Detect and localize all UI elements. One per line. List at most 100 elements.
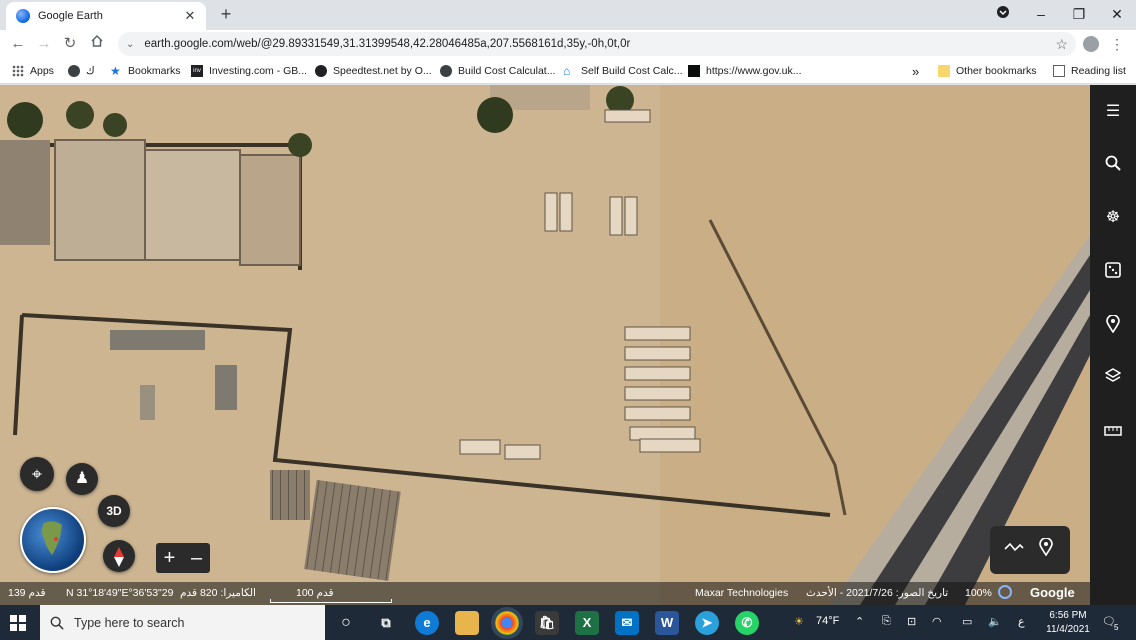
camera-altitude: الكاميرا: 820 قدم	[180, 587, 256, 599]
bookmark-speedtest[interactable]: Speedtest.net by O...	[315, 63, 432, 79]
profile-dropdown-icon[interactable]	[984, 0, 1022, 30]
excel-icon[interactable]: X	[575, 611, 599, 635]
minimize-button[interactable]: –	[1022, 0, 1060, 30]
projects-placemark-icon[interactable]	[1103, 314, 1123, 335]
taskbar-search-box[interactable]: Type here to search	[40, 605, 325, 640]
govuk-icon	[688, 65, 700, 77]
placemark-icon[interactable]	[1034, 537, 1058, 562]
url-text[interactable]: earth.google.com/web/@29.89331549,31.313…	[144, 38, 1055, 50]
profile-avatar[interactable]	[1083, 36, 1099, 52]
bookmark-gov-uk[interactable]: https://www.gov.uk...	[688, 63, 802, 79]
folder-icon	[938, 65, 950, 77]
chrome-icon[interactable]	[495, 611, 519, 635]
bookmarks-bar: Apps ﻙ ★ Bookmarks inv Investing.com - G…	[0, 58, 1136, 84]
search-icon[interactable]	[1103, 155, 1123, 175]
other-bookmarks[interactable]: Other bookmarks	[938, 63, 1037, 79]
compass-button[interactable]	[103, 540, 135, 572]
telegram-icon[interactable]: ➤	[695, 611, 719, 635]
satellite-map-view[interactable]: ⌖ ♟ 3D + – 139 قدم N 31°18'49"E°36'53"29…	[0, 85, 1090, 605]
maximize-button[interactable]: ❐	[1060, 0, 1098, 30]
scale-bar	[270, 599, 392, 603]
google-earth-favicon-icon	[16, 9, 30, 23]
search-placeholder: Type here to search	[74, 615, 185, 630]
bookmark-star-icon[interactable]: ☆	[1055, 36, 1068, 53]
show-hidden-icons-chevron-up-icon[interactable]: ⌃	[855, 615, 864, 628]
zoom-in-button[interactable]: +	[156, 543, 183, 573]
star-icon: ★	[110, 64, 121, 78]
edge-browser-icon[interactable]: e	[415, 611, 439, 635]
imagery-attribution: Maxar Technologies	[695, 587, 789, 599]
input-language[interactable]: ع	[1018, 615, 1025, 628]
wifi-icon[interactable]: ◠	[932, 615, 942, 628]
loading-ring-icon	[998, 585, 1012, 599]
taskbar-clock[interactable]: 6:56 PM 11/4/2021	[1040, 609, 1096, 637]
map-style-layers-icon[interactable]	[1103, 368, 1123, 388]
forward-button[interactable]: →	[34, 34, 54, 54]
toggle-3d-button[interactable]: 3D	[98, 495, 130, 527]
compass-needle-icon	[114, 546, 124, 567]
weather-temp[interactable]: 74°F	[816, 615, 839, 627]
meet-now-icon[interactable]: ⎘	[882, 615, 891, 628]
windows-taskbar: Type here to search ○ ⧉ e 🛍 X ✉ W ➤ ✆ ☀ …	[0, 605, 1136, 640]
tab-google-earth[interactable]: Google Earth ✕	[6, 2, 206, 30]
bookmark-globe[interactable]: ﻙ	[68, 63, 95, 79]
bookmark-build-cost[interactable]: Build Cost Calculat...	[440, 63, 555, 79]
word-icon[interactable]: W	[655, 611, 679, 635]
tab-close-icon[interactable]: ✕	[182, 8, 198, 24]
speedtest-icon	[315, 65, 327, 77]
cortana-icon[interactable]: ○	[334, 611, 358, 635]
measure-path-icon[interactable]	[1002, 538, 1026, 562]
back-button[interactable]: ←	[8, 34, 28, 54]
windows-start-icon[interactable]	[10, 615, 26, 631]
earth-sidebar: ☰ ☸	[1090, 85, 1136, 605]
my-location-button[interactable]: ⌖	[20, 457, 54, 491]
close-window-button[interactable]: ✕	[1098, 0, 1136, 30]
reading-list[interactable]: Reading list	[1053, 63, 1126, 79]
bookmarks-overflow-button[interactable]: »	[912, 63, 919, 79]
satellite-imagery	[0, 85, 1090, 605]
battery-icon[interactable]: ▭	[962, 615, 972, 628]
globe-minimap[interactable]	[20, 507, 86, 573]
home-button[interactable]	[87, 34, 107, 54]
browser-toolbar: ← → ↻ ⌄ earth.google.com/web/@29.8933154…	[0, 30, 1136, 58]
address-bar[interactable]: ⌄ earth.google.com/web/@29.89331549,31.3…	[118, 32, 1076, 56]
tab-title: Google Earth	[38, 10, 103, 22]
mail-icon[interactable]: ✉	[615, 611, 639, 635]
voyager-icon[interactable]: ☸	[1103, 208, 1123, 228]
store-icon[interactable]: 🛍	[535, 611, 559, 635]
tab-strip: Google Earth ✕ + – ❐ ✕	[0, 0, 1136, 30]
bookmark-apps[interactable]: Apps	[12, 63, 54, 79]
reload-button[interactable]: ↻	[60, 34, 80, 54]
zoom-controls: + –	[156, 543, 210, 573]
load-progress: 100%	[965, 587, 992, 599]
pegman-street-view-button[interactable]: ♟	[66, 463, 98, 495]
globe-continents-icon	[42, 521, 62, 555]
measure-ruler-icon[interactable]	[1103, 422, 1123, 442]
volume-icon[interactable]: 🔈	[988, 615, 1002, 628]
coordinates-readout: N 31°18'49"E°36'53"29	[66, 587, 174, 599]
bookmark-investing[interactable]: inv Investing.com - GB...	[191, 63, 307, 79]
chevron-down-icon[interactable]: ⌄	[126, 39, 134, 50]
task-view-icon[interactable]: ⧉	[374, 611, 398, 635]
measure-panel	[990, 526, 1070, 574]
map-status-bar: 139 قدم N 31°18'49"E°36'53"29 الكاميرا: …	[0, 582, 1090, 605]
bookmark-self-build[interactable]: ⌂ Self Build Cost Calc...	[563, 63, 683, 79]
clock-date: 11/4/2021	[1046, 624, 1090, 635]
apps-grid-icon	[12, 65, 24, 77]
imagery-date: تاريخ الصور: 2021/7/26 - الأحدث	[806, 587, 949, 599]
notification-count: 5	[1114, 623, 1119, 632]
whatsapp-icon[interactable]: ✆	[735, 611, 759, 635]
search-icon	[50, 616, 64, 630]
hamburger-menu-icon[interactable]: ☰	[1103, 102, 1123, 122]
new-tab-button[interactable]: +	[216, 4, 236, 24]
google-logo: Google	[1030, 585, 1075, 600]
weather-sun-icon: ☀	[794, 616, 804, 628]
feeling-lucky-dice-icon[interactable]	[1103, 262, 1123, 282]
bookmark-folder-bookmarks[interactable]: ★ Bookmarks	[110, 63, 181, 79]
file-explorer-icon[interactable]	[455, 611, 479, 635]
zoom-out-button[interactable]: –	[183, 543, 210, 573]
network-share-icon[interactable]: ⊡	[907, 615, 916, 628]
distance-readout: 139 قدم	[8, 587, 46, 599]
scale-label: 100 قدم	[296, 587, 334, 599]
browser-menu-icon[interactable]: ⋮	[1110, 34, 1124, 54]
